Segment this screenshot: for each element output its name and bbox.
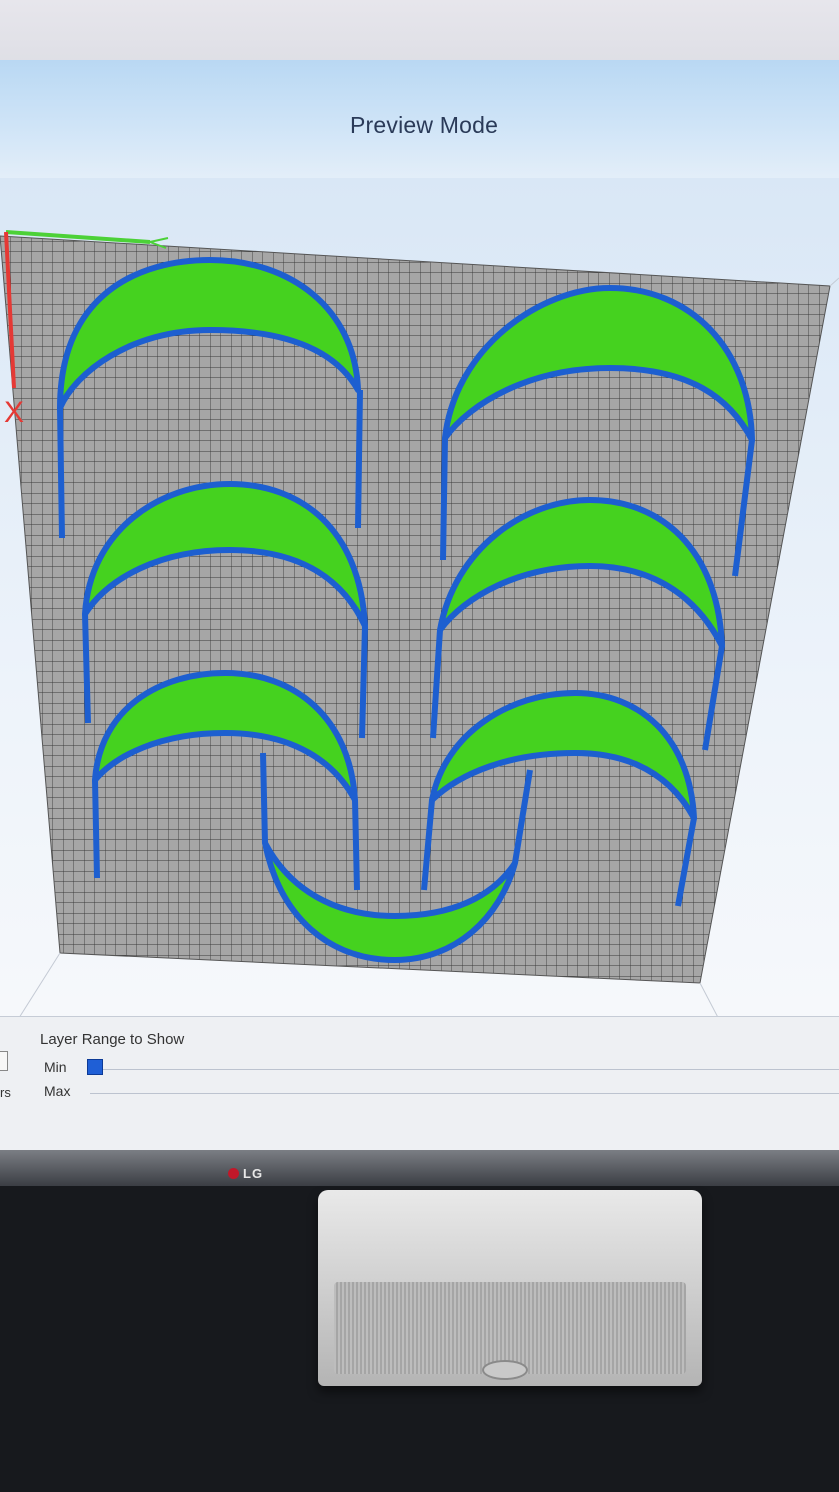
title-bar: Preview Mode bbox=[0, 60, 839, 179]
build-volume-edge bbox=[19, 952, 61, 1016]
window-title: Preview Mode bbox=[350, 112, 499, 138]
build-volume-edge bbox=[829, 277, 839, 287]
3d-preview-viewport[interactable]: X bbox=[0, 178, 839, 1016]
monitor-brand-text: LG bbox=[243, 1166, 264, 1181]
min-label: Min bbox=[44, 1059, 67, 1075]
build-volume-edge bbox=[699, 982, 718, 1016]
monitor-screen: Preview Mode X rs Layer Range to Show Mi… bbox=[0, 60, 839, 1171]
panel-collapse-handle[interactable] bbox=[0, 1051, 8, 1071]
monitor-bezel: LG bbox=[0, 1150, 839, 1186]
x-axis-label: X bbox=[4, 396, 24, 429]
side-panel-text: rs bbox=[0, 1085, 11, 1100]
preview-canvas: X bbox=[0, 230, 839, 1016]
speaker-device bbox=[318, 1190, 702, 1386]
layer-range-header: Layer Range to Show bbox=[40, 1031, 185, 1048]
max-label: Max bbox=[44, 1083, 71, 1099]
lg-logo-icon bbox=[228, 1168, 239, 1179]
speaker-logo-icon bbox=[482, 1360, 528, 1380]
monitor-brand-logo: LG bbox=[228, 1166, 263, 1181]
layer-range-panel: rs Layer Range to Show Min Max bbox=[0, 1016, 839, 1171]
min-slider-handle[interactable] bbox=[87, 1059, 103, 1075]
max-slider-track[interactable] bbox=[90, 1093, 839, 1094]
min-slider-track[interactable] bbox=[90, 1069, 839, 1070]
